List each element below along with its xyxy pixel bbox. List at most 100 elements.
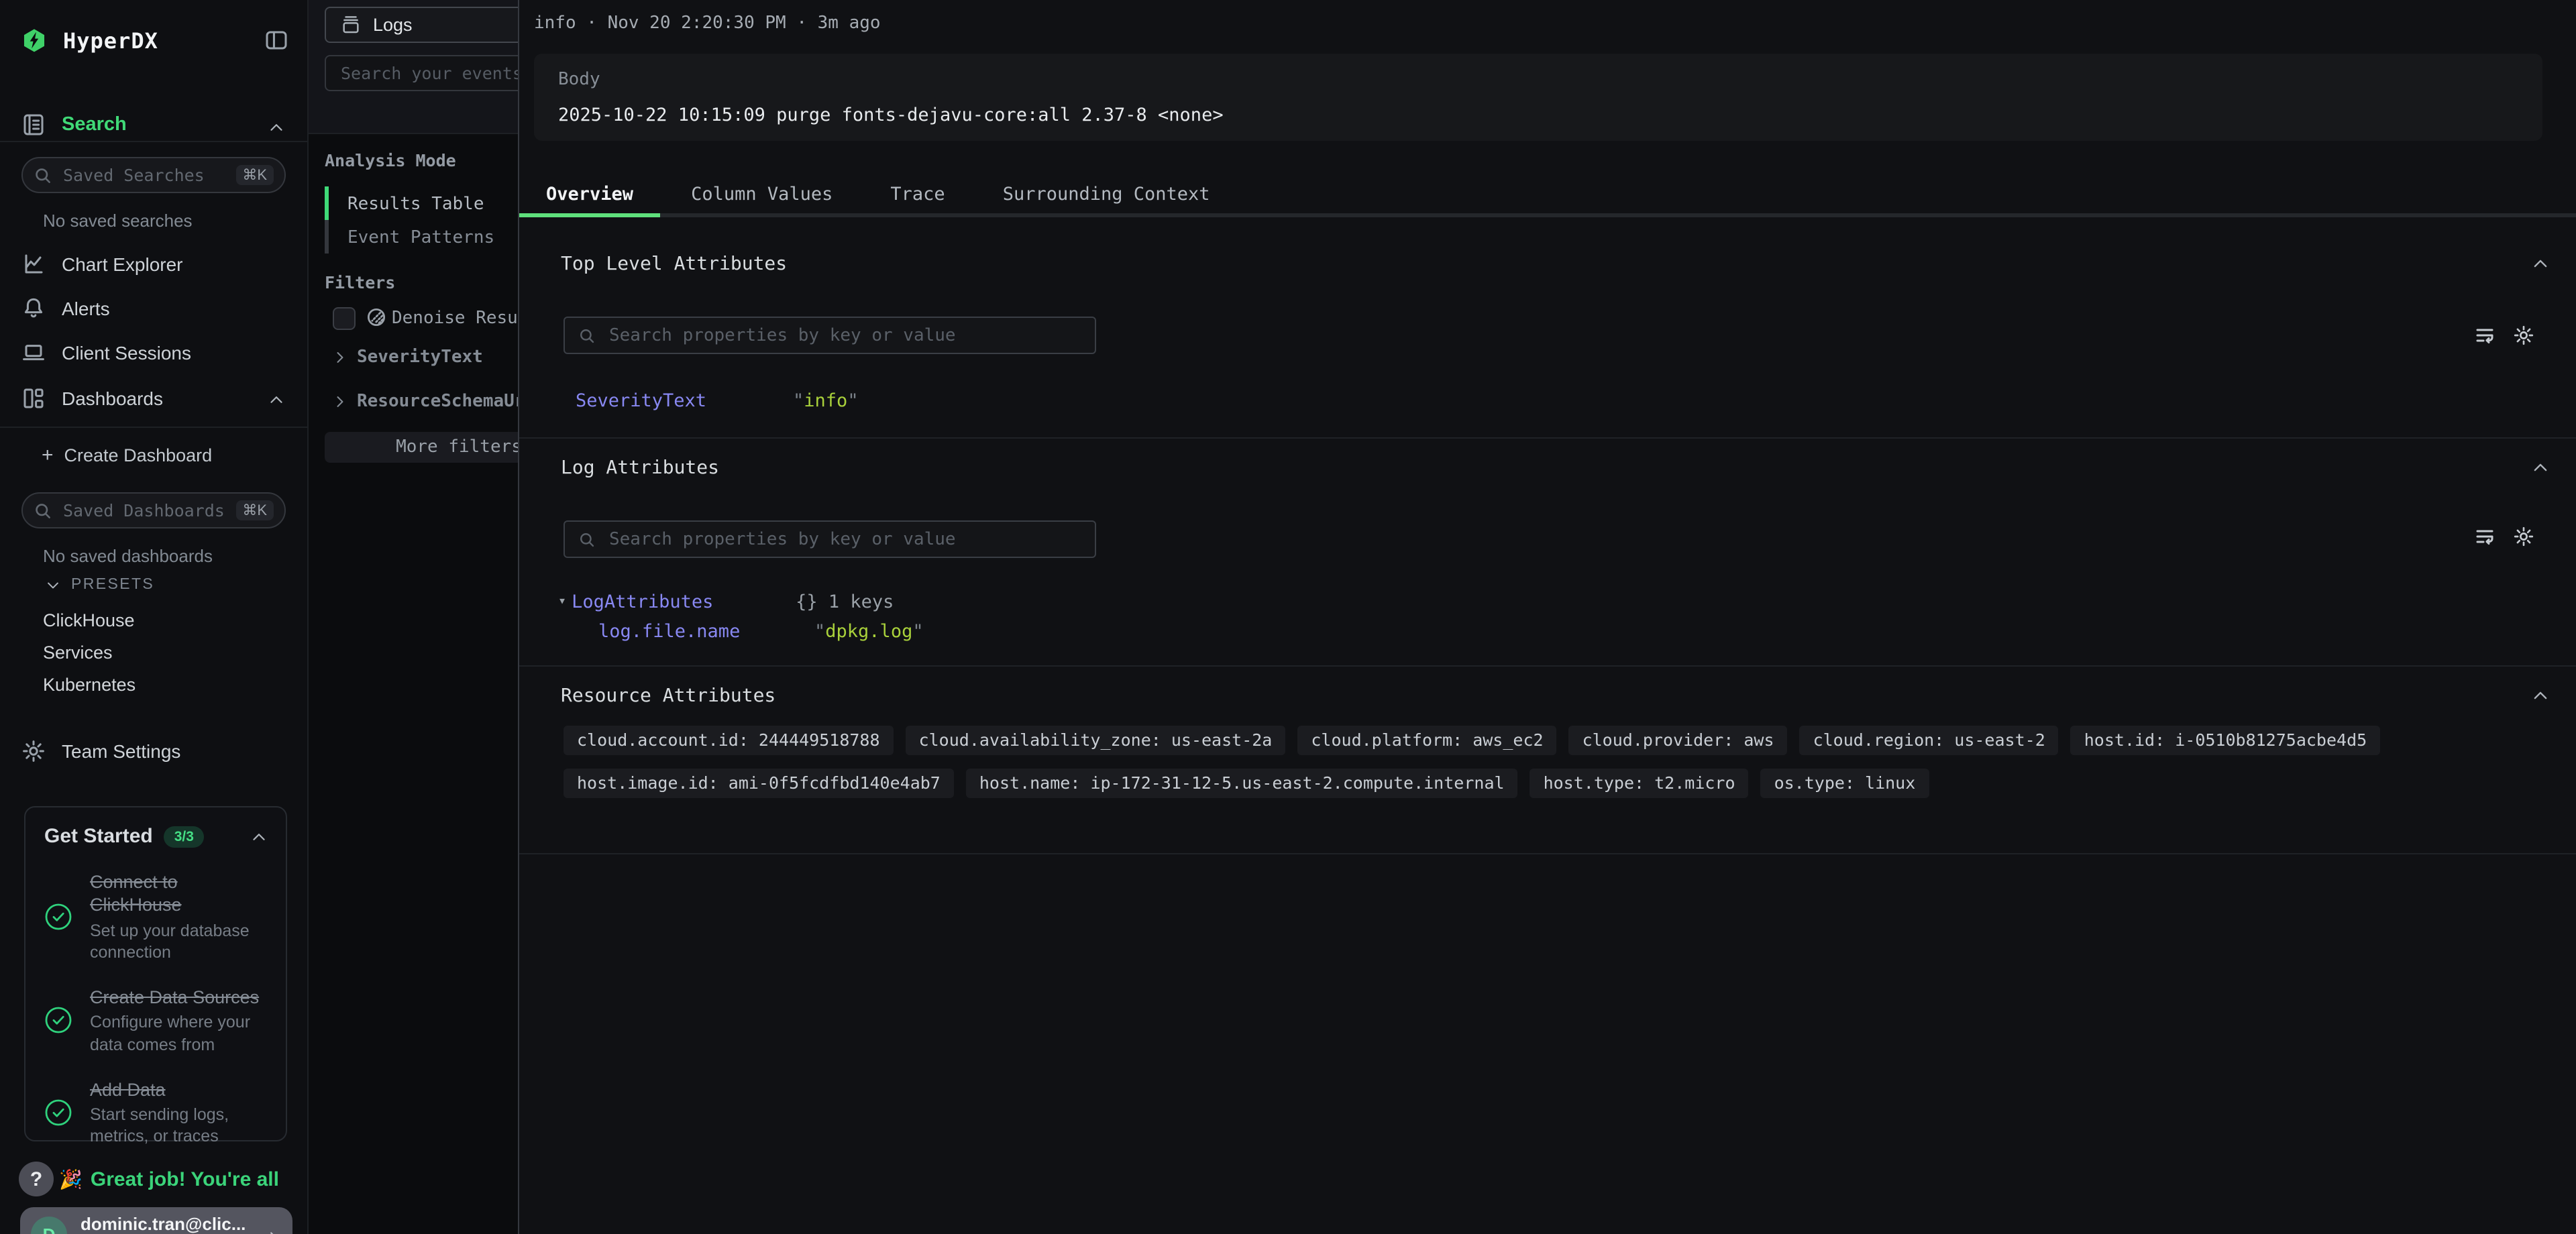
chevron-up-icon[interactable] bbox=[251, 828, 267, 844]
body-label: Body bbox=[558, 70, 600, 90]
app-root: HyperDX Search Saved Searches ⌘K No save… bbox=[0, 0, 2576, 1234]
inactive-mode-indicator bbox=[325, 220, 329, 254]
sidebar-item-alerts[interactable]: Alerts bbox=[21, 296, 110, 321]
attribute-key[interactable]: SeverityText bbox=[576, 390, 793, 412]
preset-services[interactable]: Services bbox=[43, 642, 113, 663]
active-tab-underline bbox=[519, 213, 660, 217]
sidebar-item-search[interactable]: Search bbox=[21, 113, 127, 137]
resource-tag[interactable]: cloud.availability_zone: us-east-2a bbox=[906, 726, 1286, 755]
sidebar: HyperDX Search Saved Searches ⌘K No save… bbox=[0, 0, 309, 1234]
check-circle-icon bbox=[44, 903, 72, 931]
filters-label: Filters bbox=[325, 272, 395, 292]
search-icon bbox=[34, 166, 52, 184]
get-started-step-connect[interactable]: Connect to ClickHouse Set up your databa… bbox=[44, 871, 267, 963]
tab-overview[interactable]: Overview bbox=[519, 176, 660, 219]
saved-searches-placeholder: Saved Searches bbox=[63, 165, 225, 185]
archive-box-icon bbox=[341, 15, 361, 35]
attribute-value[interactable]: dpkg.log bbox=[825, 621, 912, 642]
collapse-sidebar-icon[interactable] bbox=[264, 28, 288, 52]
saved-searches-input[interactable]: Saved Searches ⌘K bbox=[21, 157, 286, 193]
resource-tag[interactable]: cloud.account.id: 244449518788 bbox=[564, 726, 894, 755]
chevron-right-icon bbox=[333, 350, 347, 365]
preset-clickhouse[interactable]: ClickHouse bbox=[43, 610, 135, 630]
help-button[interactable]: ? bbox=[19, 1162, 54, 1196]
sidebar-item-chart-explorer[interactable]: Chart Explorer bbox=[21, 252, 183, 276]
tab-underline-track bbox=[519, 213, 2576, 217]
tab-trace[interactable]: Trace bbox=[863, 176, 971, 219]
collapse-section-icon[interactable] bbox=[2532, 255, 2549, 272]
wrap-lines-icon[interactable] bbox=[2474, 325, 2496, 346]
sidebar-item-search-label: Search bbox=[62, 114, 127, 135]
wrap-lines-icon[interactable] bbox=[2474, 526, 2496, 547]
chevron-up-icon[interactable] bbox=[268, 392, 284, 408]
chevron-right-icon bbox=[333, 394, 347, 409]
search-icon bbox=[578, 530, 596, 548]
divider bbox=[0, 141, 307, 142]
attribute-value[interactable]: info bbox=[804, 390, 847, 412]
active-mode-indicator bbox=[325, 186, 329, 220]
sidebar-item-dashboards[interactable]: Dashboards bbox=[21, 386, 163, 410]
analysis-mode-label: Analysis Mode bbox=[325, 150, 456, 170]
log-attributes-search-field[interactable] bbox=[606, 528, 1081, 551]
chevron-up-icon[interactable] bbox=[268, 119, 284, 135]
resource-tag[interactable]: cloud.region: us-east-2 bbox=[1800, 726, 2059, 755]
filter-group-resourceschemaurl[interactable]: ResourceSchemaUrl bbox=[333, 392, 535, 412]
section-title-top-level: Top Level Attributes bbox=[561, 254, 787, 275]
user-menu[interactable]: D dominic.tran@clic... dominic.tran@clic… bbox=[20, 1207, 292, 1234]
no-saved-searches-text: No saved searches bbox=[43, 211, 193, 231]
chevron-down-icon bbox=[46, 577, 60, 592]
collapse-section-icon[interactable] bbox=[2532, 459, 2549, 476]
create-dashboard-button[interactable]: + Create Dashboard bbox=[42, 444, 212, 467]
body-card: Body 2025-10-22 10:15:09 purge fonts-dej… bbox=[534, 54, 2542, 141]
section-title-resource-attributes: Resource Attributes bbox=[561, 685, 775, 707]
top-level-search-input[interactable] bbox=[564, 317, 1096, 354]
denoise-icon bbox=[366, 307, 386, 327]
app-title: HyperDX bbox=[63, 27, 158, 53]
resource-attribute-tags: cloud.account.id: 244449518788 cloud.ava… bbox=[564, 726, 2542, 811]
filter-group-severitytext[interactable]: SeverityText bbox=[333, 347, 483, 368]
avatar: D bbox=[31, 1217, 67, 1234]
attribute-key[interactable]: log.file.name bbox=[598, 621, 814, 642]
tab-column-values[interactable]: Column Values bbox=[664, 176, 859, 219]
saved-dashboards-input[interactable]: Saved Dashboards ⌘K bbox=[21, 492, 286, 528]
resource-tag[interactable]: cloud.platform: aws_ec2 bbox=[1297, 726, 1556, 755]
event-search-placeholder: Search your events bbox=[341, 63, 523, 83]
attribute-row-severitytext[interactable]: SeverityText "info" bbox=[576, 390, 859, 412]
gear-icon[interactable] bbox=[2513, 325, 2534, 346]
sidebar-item-team-settings[interactable]: Team Settings bbox=[21, 739, 180, 763]
preset-kubernetes[interactable]: Kubernetes bbox=[43, 675, 136, 695]
denoise-checkbox[interactable] bbox=[333, 307, 356, 330]
get-started-step-sources[interactable]: Create Data Sources Configure where your… bbox=[44, 986, 267, 1056]
resource-tag[interactable]: host.id: i-0510b81275acbe4d5 bbox=[2071, 726, 2380, 755]
mode-results-table[interactable]: Results Table bbox=[347, 194, 484, 215]
resource-tag[interactable]: os.type: linux bbox=[1761, 769, 1929, 798]
app-logo[interactable]: HyperDX bbox=[21, 27, 158, 54]
gear-icon[interactable] bbox=[2513, 526, 2534, 547]
detail-tabs: Overview Column Values Trace Surrounding… bbox=[519, 176, 1241, 219]
resource-tag[interactable]: host.name: ip-172-31-12-5.us-east-2.comp… bbox=[966, 769, 1518, 798]
resource-tag[interactable]: host.image.id: ami-0f5fcdfbd140e4ab7 bbox=[564, 769, 954, 798]
question-mark-label: ? bbox=[30, 1168, 42, 1190]
tree-root-logattributes[interactable]: ▾ LogAttributes {} 1 keys bbox=[558, 592, 894, 613]
section-divider bbox=[519, 665, 2576, 667]
top-level-search-field[interactable] bbox=[606, 324, 1081, 347]
resource-tag[interactable]: host.type: t2.micro bbox=[1530, 769, 1749, 798]
section-divider bbox=[519, 437, 2576, 439]
caret-down-icon[interactable]: ▾ bbox=[558, 594, 566, 613]
tab-surrounding-context[interactable]: Surrounding Context bbox=[976, 176, 1237, 219]
log-attributes-search-input[interactable] bbox=[564, 520, 1096, 558]
resource-tag[interactable]: cloud.provider: aws bbox=[1569, 726, 1788, 755]
presets-toggle[interactable]: PRESETS bbox=[46, 577, 154, 593]
collapse-section-icon[interactable] bbox=[2532, 687, 2549, 704]
mode-event-patterns[interactable]: Event Patterns bbox=[347, 228, 494, 248]
get-started-step-add-data[interactable]: Add Data Start sending logs, metrics, or… bbox=[44, 1078, 267, 1148]
tree-root-key[interactable]: LogAttributes bbox=[572, 592, 796, 613]
laptop-icon bbox=[21, 341, 46, 365]
attribute-row-log-file-name[interactable]: log.file.name "dpkg.log" bbox=[598, 621, 924, 642]
sidebar-item-client-sessions[interactable]: Client Sessions bbox=[21, 341, 191, 365]
hyperdx-logo-icon bbox=[21, 27, 47, 54]
tree-root-meta: {} 1 keys bbox=[796, 592, 894, 613]
search-filter-panel: Logs Search your events Analysis Mode Re… bbox=[309, 0, 518, 1234]
section-divider bbox=[519, 853, 2576, 854]
saved-dashboards-placeholder: Saved Dashboards bbox=[63, 500, 225, 520]
